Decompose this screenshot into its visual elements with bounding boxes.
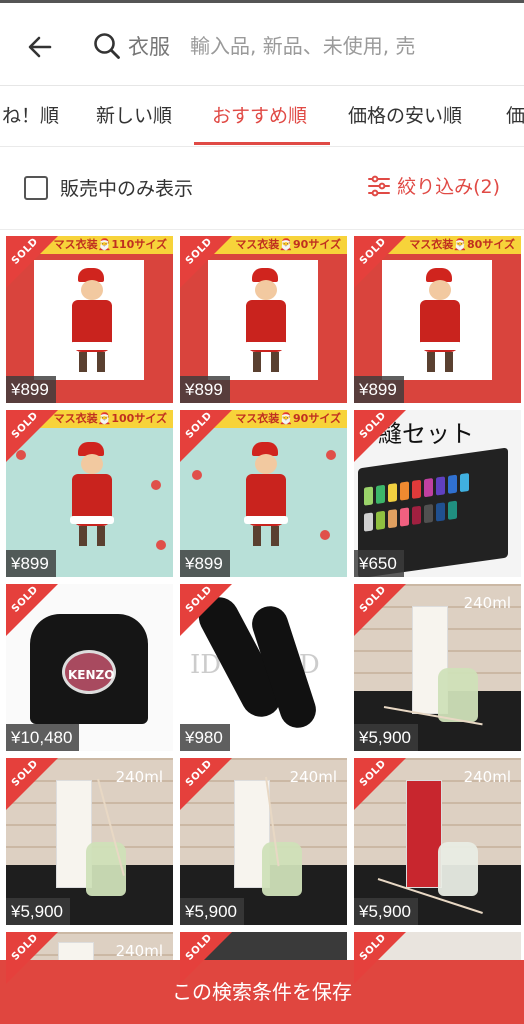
product-price: ¥899 bbox=[180, 376, 230, 403]
product-price: ¥899 bbox=[354, 376, 404, 403]
product-card-7[interactable]: KENZO SOLD ¥10,480 bbox=[6, 584, 173, 751]
volume-label: 240ml bbox=[463, 768, 511, 786]
product-card-12[interactable]: 240ml SOLD ¥5,900 bbox=[354, 758, 521, 925]
product-price: ¥5,900 bbox=[354, 724, 418, 751]
product-photo bbox=[406, 780, 442, 888]
brand-print: KENZO bbox=[68, 668, 115, 682]
tab-recommended[interactable]: おすすめ順 bbox=[212, 87, 307, 146]
volume-label: 240ml bbox=[115, 942, 163, 960]
product-price: ¥5,900 bbox=[354, 898, 418, 925]
search-input[interactable] bbox=[190, 34, 450, 58]
sort-tabs: ね！順 新しい順 おすすめ順 価格の安い順 価 bbox=[0, 87, 524, 147]
search-box[interactable]: 衣服 bbox=[90, 23, 484, 69]
product-price: ¥899 bbox=[180, 550, 230, 577]
product-price: ¥899 bbox=[6, 376, 56, 403]
on-sale-only-label[interactable]: 販売中のみ表示 bbox=[60, 174, 193, 201]
search-icon bbox=[90, 29, 124, 63]
product-card-9[interactable]: 240ml SOLD ¥5,900 bbox=[354, 584, 521, 751]
tab-newest[interactable]: 新しい順 bbox=[96, 87, 172, 146]
product-card-4[interactable]: マス衣装🎅100サイズ SOLD ¥899 bbox=[6, 410, 173, 577]
product-card-10[interactable]: 240ml SOLD ¥5,900 bbox=[6, 758, 173, 925]
product-card-1[interactable]: マス衣装🎅110サイズ SOLD ¥899 bbox=[6, 236, 173, 403]
product-card-5[interactable]: マス衣装🎅90サイズ SOLD ¥899 bbox=[180, 410, 347, 577]
volume-label: 240ml bbox=[289, 768, 337, 786]
product-price: ¥5,900 bbox=[6, 898, 70, 925]
save-search-button[interactable]: この検索条件を保存 bbox=[0, 960, 524, 1024]
tab-price-partial[interactable]: 価 bbox=[506, 87, 524, 146]
product-card-2[interactable]: マス衣装🎅90サイズ SOLD ¥899 bbox=[180, 236, 347, 403]
product-price: ¥5,900 bbox=[180, 898, 244, 925]
on-sale-only-checkbox[interactable] bbox=[24, 176, 48, 200]
product-price: ¥10,480 bbox=[6, 724, 80, 751]
refine-label: 絞り込み(2) bbox=[397, 176, 500, 198]
product-price: ¥980 bbox=[180, 724, 230, 751]
filter-row: 販売中のみ表示 絞り込み(2) bbox=[0, 148, 524, 230]
product-card-11[interactable]: 240ml SOLD ¥5,900 bbox=[180, 758, 347, 925]
app-root: 衣服 ね！順 新しい順 おすすめ順 価格の安い順 価 販売中のみ表示 絞り込み(… bbox=[0, 0, 524, 1024]
tab-price-low[interactable]: 価格の安い順 bbox=[348, 87, 462, 146]
back-arrow-icon bbox=[28, 36, 52, 58]
product-card-8[interactable]: ID SHIAD SOLD ¥980 bbox=[180, 584, 347, 751]
product-card-3[interactable]: マス衣装🎅80サイズ SOLD ¥899 bbox=[354, 236, 521, 403]
search-keyword: 衣服 bbox=[128, 35, 170, 59]
active-tab-indicator bbox=[194, 142, 330, 145]
search-header: 衣服 bbox=[0, 0, 524, 86]
filter-sliders-icon bbox=[368, 175, 391, 196]
back-button[interactable] bbox=[22, 29, 58, 65]
tab-likes[interactable]: ね！順 bbox=[2, 87, 59, 146]
volume-label: 240ml bbox=[463, 594, 511, 612]
volume-label: 240ml bbox=[115, 768, 163, 786]
refine-button[interactable]: 絞り込み(2) bbox=[367, 172, 500, 199]
product-price: ¥899 bbox=[6, 550, 56, 577]
product-price: ¥650 bbox=[354, 550, 404, 577]
product-card-6[interactable]: 縫セット SOLD ¥650 bbox=[354, 410, 521, 577]
